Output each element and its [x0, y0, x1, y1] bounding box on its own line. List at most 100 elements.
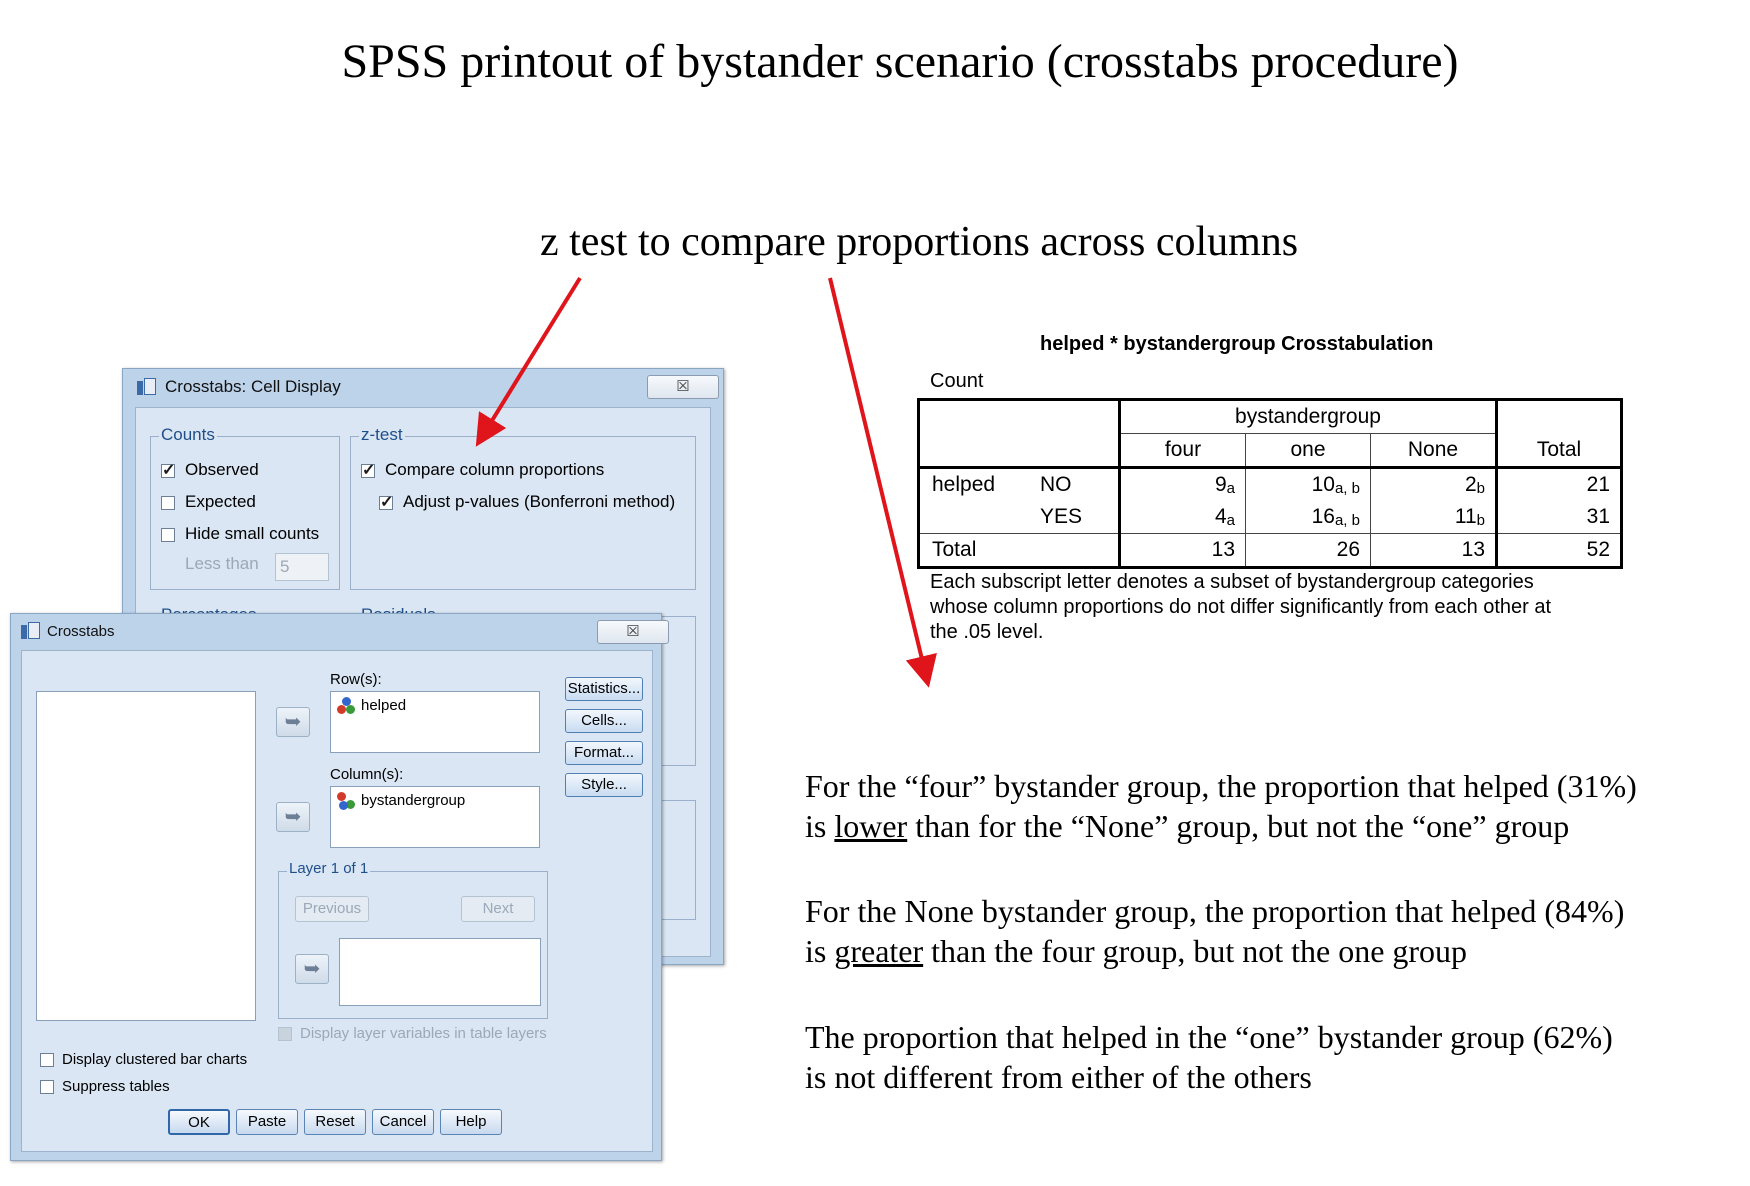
display-layer-label: Display layer variables in table layers	[300, 1025, 547, 1042]
crosstab-title: helped * bystandergroup Crosstabulation	[1040, 333, 1434, 355]
cell-subscript: b	[1476, 480, 1485, 497]
crosstabs-dialog: Crosstabs ☒ ➥ Row(s): helped ➥ Column(s)…	[10, 613, 669, 1161]
less-than-label: Less than	[185, 554, 259, 573]
note-text: than for the “None” group, but not the “…	[907, 808, 1570, 844]
cell-no-none: 2b	[1370, 467, 1497, 501]
count-label: Count	[930, 370, 984, 392]
columns-list[interactable]: bystandergroup	[330, 786, 540, 848]
suppress-tables-label: Suppress tables	[62, 1078, 170, 1095]
note-line: is not different from either of the othe…	[805, 1059, 1312, 1095]
cancel-button[interactable]: Cancel	[372, 1109, 434, 1135]
hide-small-counts-checkbox[interactable]	[161, 528, 175, 542]
total-row-label: Total	[918, 533, 1121, 568]
cell-subscript: a, b	[1334, 480, 1360, 497]
table-footnote: Each subscript letter denotes a subset o…	[930, 571, 1552, 643]
compare-column-proportions-label: Compare column proportions	[385, 460, 605, 479]
spss-app-icon	[135, 377, 157, 397]
rows-label: Row(s):	[330, 671, 382, 688]
cell-value: 2	[1464, 473, 1477, 496]
cell-no-total: 21	[1495, 467, 1622, 501]
less-than-input[interactable]: 5	[275, 553, 329, 581]
adjust-p-values-checkbox[interactable]: ✓	[379, 495, 393, 511]
note-text: is	[805, 933, 835, 969]
nominal-variable-icon	[337, 792, 357, 812]
display-layer-checkbox[interactable]	[278, 1027, 292, 1041]
cell-yes-one: 16a, b	[1245, 501, 1371, 534]
statistics-button[interactable]: Statistics...	[565, 677, 643, 701]
ztest-legend: z-test	[359, 425, 405, 445]
previous-button[interactable]: Previous	[295, 896, 369, 922]
note-line: is lower than for the “None” group, but …	[805, 806, 1637, 846]
col-header-none: None	[1370, 433, 1497, 469]
total-one: 26	[1245, 533, 1371, 568]
expected-checkbox[interactable]	[161, 496, 175, 510]
cell-yes-four: 4a	[1119, 501, 1246, 534]
bottom-button-row: OK Paste Reset Cancel Help	[168, 1109, 508, 1135]
col-header-one: one	[1245, 433, 1371, 469]
cell-subscript: b	[1476, 512, 1485, 529]
observed-label: Observed	[185, 460, 259, 479]
cell-yes-total: 31	[1495, 501, 1622, 534]
hide-small-counts-label: Hide small counts	[185, 524, 320, 543]
columns-label: Column(s):	[330, 766, 404, 783]
col-group-header: bystandergroup	[1119, 399, 1497, 434]
corner-cell	[918, 399, 1121, 468]
close-icon[interactable]: ☒	[597, 620, 669, 644]
reset-button[interactable]: Reset	[304, 1109, 366, 1135]
ok-button[interactable]: OK	[168, 1109, 230, 1135]
nominal-variable-icon	[337, 697, 357, 717]
row-var-label: helped	[918, 467, 1028, 501]
format-button[interactable]: Format...	[565, 741, 643, 765]
note-emphasis: greater	[834, 933, 924, 969]
note-text: than the four group, but not the one gro…	[923, 933, 1468, 969]
cell-no-four: 9a	[1119, 467, 1246, 501]
clustered-bar-label: Display clustered bar charts	[62, 1051, 248, 1068]
help-button[interactable]: Help	[440, 1109, 502, 1135]
paste-button[interactable]: Paste	[236, 1109, 298, 1135]
cell-value: 9	[1214, 473, 1227, 496]
layer-list[interactable]	[339, 938, 541, 1006]
cell-yes-none: 11b	[1370, 501, 1497, 534]
cell-value: 16	[1311, 505, 1335, 528]
cell-display-title: Crosstabs: Cell Display	[165, 377, 341, 396]
ztest-group: z-test ✓ Compare column proportions ✓ Ad…	[350, 425, 696, 590]
cells-button[interactable]: Cells...	[565, 709, 643, 733]
crosstabs-client: ➥ Row(s): helped ➥ Column(s): bystanderg…	[21, 650, 653, 1152]
clustered-bar-checkbox[interactable]	[40, 1053, 54, 1067]
move-to-rows-arrow-icon[interactable]: ➥	[276, 707, 310, 737]
expected-label: Expected	[185, 492, 256, 511]
source-variable-list[interactable]	[36, 691, 256, 1021]
note-line: For the “four” bystander group, the prop…	[805, 768, 1637, 804]
cell-subscript: a	[1226, 480, 1235, 497]
note-line: For the None bystander group, the propor…	[805, 893, 1625, 929]
row-label-yes: YES	[1028, 501, 1121, 534]
spss-app-icon	[19, 621, 41, 641]
note-one-group: The proportion that helped in the “one” …	[805, 1017, 1613, 1097]
layer-legend: Layer 1 of 1	[287, 860, 371, 877]
slide-subtitle: z test to compare proportions across col…	[540, 219, 1299, 265]
note-line: is greater than the four group, but not …	[805, 931, 1624, 971]
move-to-layer-arrow-icon[interactable]: ➥	[295, 954, 329, 984]
observed-checkbox[interactable]: ✓	[161, 463, 175, 479]
next-button[interactable]: Next	[461, 896, 535, 922]
note-line: The proportion that helped in the “one” …	[805, 1019, 1613, 1055]
note-four-group: For the “four” bystander group, the prop…	[805, 766, 1637, 846]
rows-list[interactable]: helped	[330, 691, 540, 753]
crosstabs-titlebar[interactable]: Crosstabs ☒	[11, 614, 669, 648]
suppress-tables-checkbox[interactable]	[40, 1080, 54, 1094]
cell-value: 11	[1454, 505, 1477, 528]
cell-value: 10	[1311, 473, 1335, 496]
move-to-columns-arrow-icon[interactable]: ➥	[276, 802, 310, 832]
note-text: is	[805, 808, 835, 844]
row-variable[interactable]: helped	[361, 697, 406, 714]
column-variable[interactable]: bystandergroup	[361, 792, 465, 809]
cell-display-titlebar[interactable]: Crosstabs: Cell Display ☒	[123, 369, 723, 403]
close-icon[interactable]: ☒	[647, 375, 719, 399]
crosstab-table: bystandergroup Total four one None helpe…	[917, 398, 1623, 569]
counts-group: Counts ✓ Observed Expected Hide small co…	[150, 425, 340, 590]
slide-title: SPSS printout of bystander scenario (cro…	[341, 35, 1459, 88]
crosstabs-title: Crosstabs	[47, 623, 115, 640]
style-button[interactable]: Style...	[565, 773, 643, 797]
cell-value: 4	[1214, 505, 1227, 528]
compare-column-proportions-checkbox[interactable]: ✓	[361, 463, 375, 479]
